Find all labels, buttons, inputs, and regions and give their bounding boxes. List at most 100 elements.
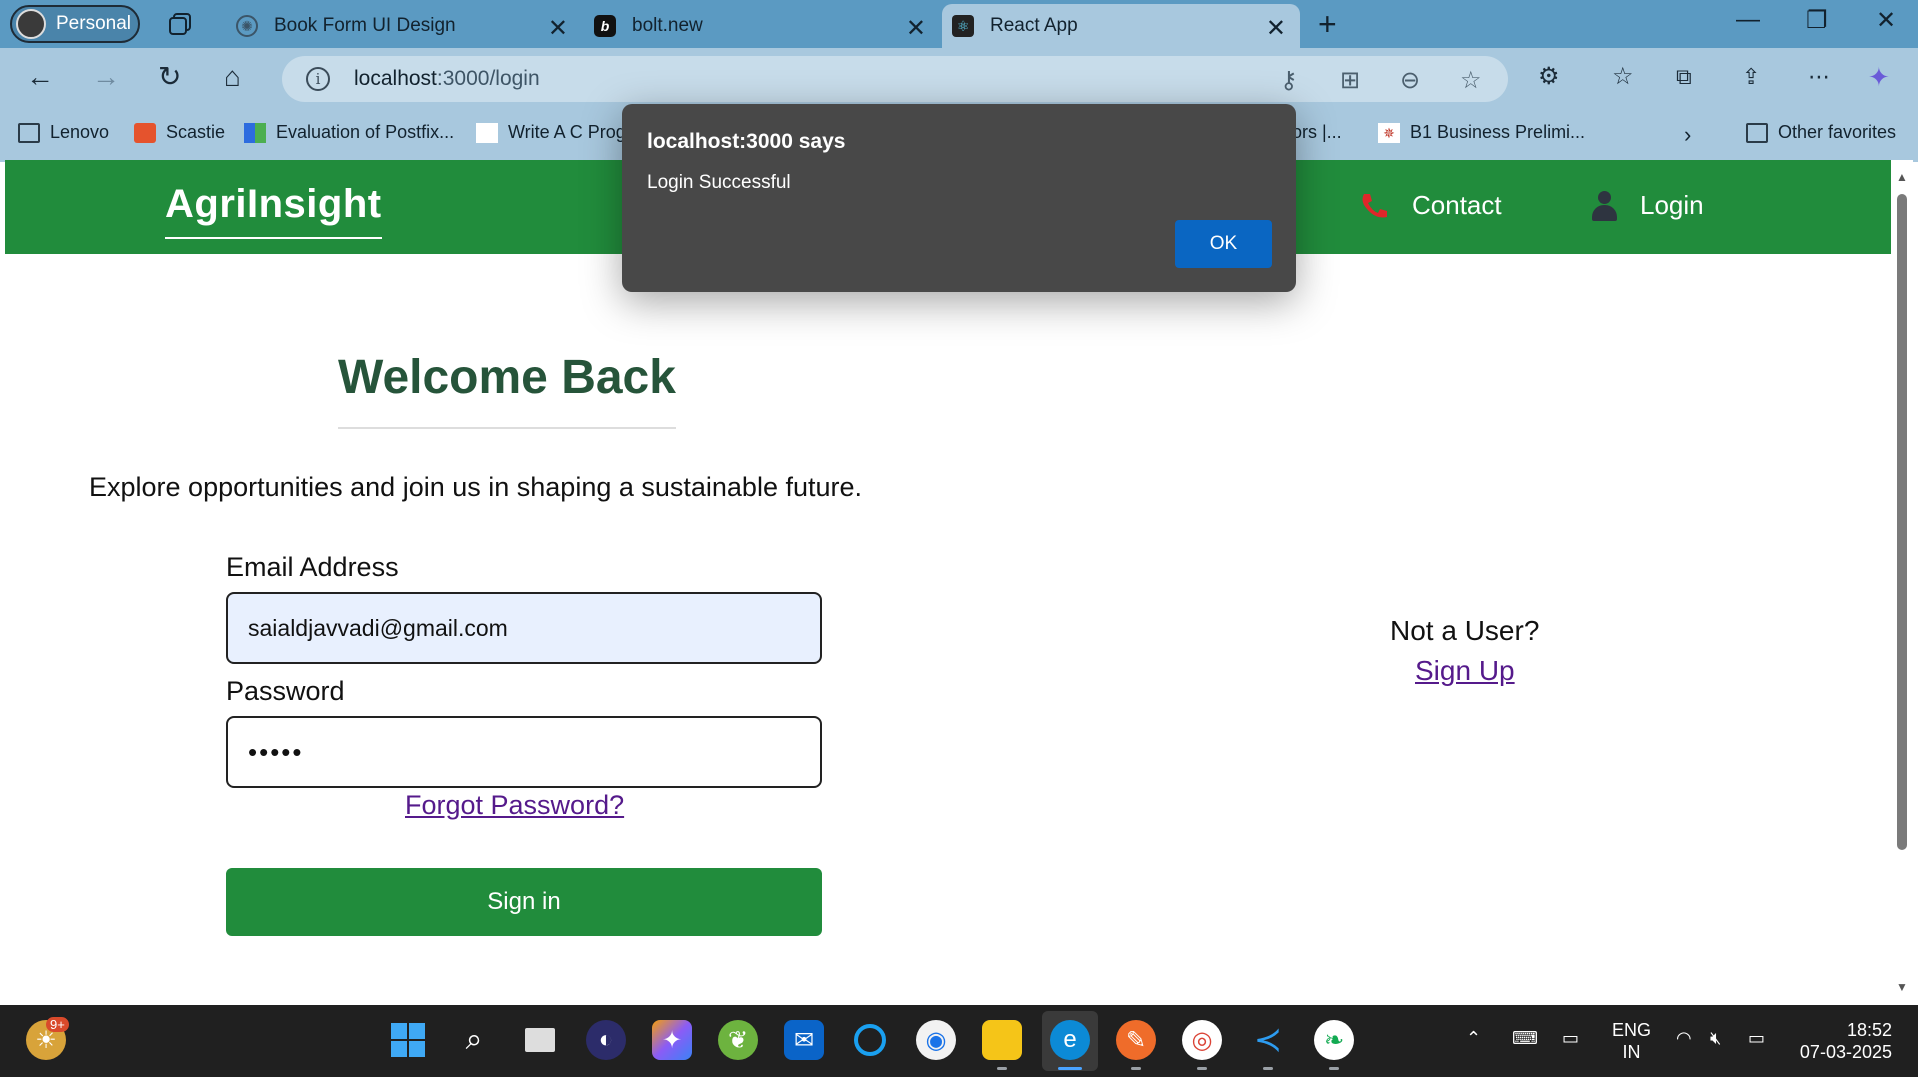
minimize-icon[interactable]: — bbox=[1736, 6, 1760, 34]
app-available-icon[interactable]: ⊞ bbox=[1340, 66, 1360, 95]
email-field[interactable]: saialdjavvadi@gmail.com bbox=[226, 592, 822, 664]
react-icon: ⚛ bbox=[952, 15, 974, 37]
scrollbar-thumb[interactable] bbox=[1897, 194, 1907, 850]
tab-bolt[interactable]: b bolt.new ✕ bbox=[594, 4, 940, 48]
forgot-password-link[interactable]: Forgot Password? bbox=[405, 790, 624, 821]
chrome-dev-icon[interactable]: ◉ bbox=[916, 1020, 956, 1060]
password-label: Password bbox=[226, 676, 345, 706]
alert-dialog: localhost:3000 says Login Successful OK bbox=[622, 104, 1296, 292]
split-screen-icon[interactable]: ⧉ bbox=[1676, 62, 1692, 92]
copilot-icon[interactable]: ✦ bbox=[1868, 62, 1890, 92]
eclipse-icon[interactable]: ◐ bbox=[586, 1020, 626, 1060]
date-text: 07-03-2025 bbox=[1799, 1042, 1892, 1062]
favorite-star-icon[interactable]: ☆ bbox=[1460, 66, 1482, 95]
favorite-label: B1 Business Prelimi... bbox=[1410, 122, 1586, 142]
wifi-icon[interactable]: ◠ bbox=[1676, 1027, 1692, 1049]
grid-icon bbox=[244, 122, 266, 143]
window-close-icon[interactable]: ✕ bbox=[1876, 6, 1896, 35]
share-icon[interactable]: ⇪ bbox=[1742, 62, 1760, 92]
password-field[interactable]: ••••• bbox=[226, 716, 822, 788]
mongodb-icon[interactable]: ❧ bbox=[1314, 1020, 1354, 1070]
sign-up-link[interactable]: Sign Up bbox=[1415, 655, 1515, 687]
nav-contact-label: Contact bbox=[1412, 190, 1502, 220]
keyboard-icon[interactable]: ⌨ bbox=[1512, 1027, 1538, 1049]
url-text[interactable]: localhost:3000/login bbox=[354, 67, 540, 91]
ok-button[interactable]: OK bbox=[1175, 220, 1272, 268]
favorite-lenovo[interactable]: Lenovo bbox=[18, 122, 109, 143]
favorite-label: Write A C Prog bbox=[508, 122, 626, 142]
scroll-up-icon[interactable]: ▲ bbox=[1896, 170, 1908, 184]
scrollbar[interactable]: ▲ ▼ bbox=[1891, 160, 1913, 1000]
other-favorites[interactable]: Other favorites bbox=[1746, 122, 1896, 143]
refresh-icon[interactable]: ↻ bbox=[158, 62, 181, 92]
nav-login[interactable]: Login bbox=[1590, 190, 1704, 221]
close-icon[interactable]: ✕ bbox=[548, 14, 568, 43]
favorite-b1-business[interactable]: ✵ B1 Business Prelimi... bbox=[1378, 122, 1585, 143]
language-indicator[interactable]: ENG IN bbox=[1612, 1019, 1651, 1063]
zoom-icon[interactable]: ⊖ bbox=[1400, 66, 1420, 95]
start-icon[interactable] bbox=[388, 1020, 428, 1060]
clock[interactable]: 18:52 07-03-2025 bbox=[1790, 1019, 1892, 1063]
close-icon[interactable]: ✕ bbox=[1266, 14, 1286, 43]
profile-button[interactable]: Personal bbox=[10, 5, 140, 43]
chevron-up-icon[interactable]: ⌃ bbox=[1466, 1027, 1481, 1049]
favorite-scastie[interactable]: Scastie bbox=[134, 122, 225, 143]
favorite-label: ors |... bbox=[1292, 122, 1342, 142]
profile-label: Personal bbox=[56, 13, 131, 34]
copilot-app-icon[interactable]: ✦ bbox=[652, 1020, 692, 1060]
folder-icon bbox=[1746, 122, 1768, 143]
sign-in-button[interactable]: Sign in bbox=[226, 868, 822, 936]
nav-contact[interactable]: Contact bbox=[1360, 190, 1502, 221]
time-text: 18:52 bbox=[1846, 1020, 1892, 1040]
chrome-icon[interactable]: ◎ bbox=[1182, 1020, 1222, 1070]
page-title: Welcome Back bbox=[338, 350, 676, 429]
dialog-message: Login Successful bbox=[647, 172, 791, 193]
workspaces-icon[interactable] bbox=[168, 12, 194, 36]
favorite-write-c-prog[interactable]: Write A C Prog bbox=[476, 122, 626, 143]
brand-logo[interactable]: AgriInsight bbox=[165, 182, 382, 239]
file-explorer-icon[interactable] bbox=[982, 1020, 1022, 1070]
new-tab-icon[interactable]: + bbox=[1318, 6, 1337, 43]
tab-title: React App bbox=[990, 15, 1078, 36]
forward-icon[interactable]: → bbox=[92, 62, 120, 92]
outlook-icon[interactable]: ✉ bbox=[784, 1020, 824, 1060]
back-icon[interactable]: ← bbox=[26, 62, 54, 92]
more-icon[interactable]: ⋯ bbox=[1808, 62, 1830, 92]
password-key-icon[interactable]: ⚷ bbox=[1280, 66, 1298, 95]
phone-icon bbox=[1362, 193, 1387, 217]
bolt-icon: b bbox=[594, 15, 616, 37]
region-code: IN bbox=[1622, 1042, 1641, 1062]
battery-icon[interactable]: ▭ bbox=[1748, 1027, 1765, 1049]
scroll-down-icon[interactable]: ▼ bbox=[1896, 980, 1908, 994]
postman-icon[interactable]: ✎ bbox=[1116, 1020, 1156, 1070]
volume-muted-icon[interactable]: 🔇︎ bbox=[1710, 1027, 1721, 1049]
home-icon[interactable]: ⌂ bbox=[224, 62, 241, 92]
page-icon bbox=[476, 122, 498, 143]
folder-icon bbox=[18, 122, 40, 143]
chevron-right-icon[interactable]: › bbox=[1684, 122, 1691, 148]
vscode-icon[interactable]: ≺ bbox=[1248, 1020, 1288, 1070]
close-icon[interactable]: ✕ bbox=[906, 14, 926, 43]
touch-keyboard-icon[interactable]: ▭ bbox=[1562, 1027, 1579, 1049]
favorite-label: Scastie bbox=[166, 122, 226, 142]
tab-react-app[interactable]: ⚛ React App ✕ bbox=[942, 4, 1300, 48]
favorites-icon[interactable]: ☆ bbox=[1612, 62, 1634, 92]
edge-icon[interactable]: e bbox=[1050, 1020, 1090, 1070]
search-icon[interactable]: ⌕ bbox=[454, 1020, 494, 1060]
favorite-evaluation-postfix[interactable]: Evaluation of Postfix... bbox=[244, 122, 454, 143]
favorite-ors[interactable]: ors |... bbox=[1292, 122, 1342, 143]
browser-tab-bar: Personal ✺ Book Form UI Design ✕ b bolt.… bbox=[0, 0, 1918, 48]
person-icon bbox=[1590, 190, 1618, 221]
cortana-icon[interactable] bbox=[850, 1020, 890, 1060]
site-info-icon[interactable]: i bbox=[306, 67, 330, 91]
restore-icon[interactable]: ❐ bbox=[1806, 6, 1828, 35]
address-bar[interactable]: i localhost:3000/login ⚷ ⊞ ⊖ ☆ bbox=[282, 56, 1508, 102]
url-path: :3000/login bbox=[436, 67, 540, 90]
spring-icon[interactable]: ❦ bbox=[718, 1020, 758, 1060]
browser-toolbar: ← → ↻ ⌂ i localhost:3000/login ⚷ ⊞ ⊖ ☆ ⚙… bbox=[0, 48, 1918, 110]
extensions-icon[interactable]: ⚙ bbox=[1538, 62, 1560, 92]
task-view-icon[interactable] bbox=[520, 1020, 560, 1060]
tab-book-form[interactable]: ✺ Book Form UI Design ✕ bbox=[236, 4, 582, 48]
email-label: Email Address bbox=[226, 552, 399, 582]
tagline: Explore opportunities and join us in sha… bbox=[89, 472, 863, 502]
